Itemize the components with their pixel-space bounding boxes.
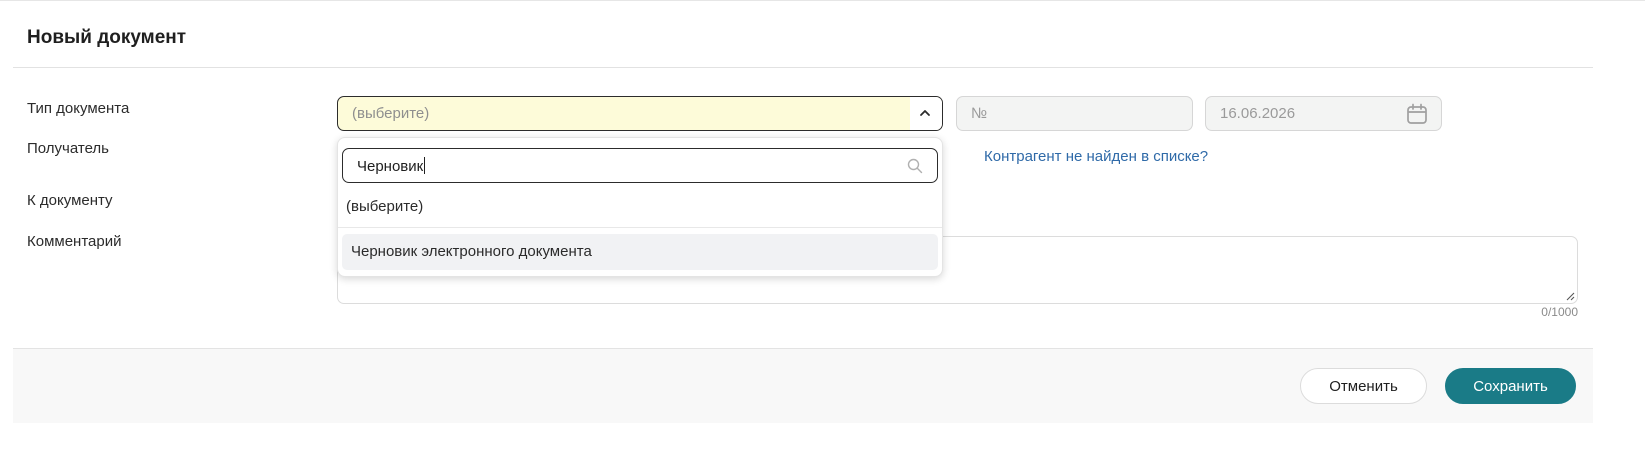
cancel-button[interactable]: Отменить (1300, 368, 1427, 404)
search-icon (907, 158, 923, 174)
dropdown-option-label: (выберите) (346, 198, 424, 215)
to-document-label: К документу (27, 192, 113, 209)
dropdown-search-input[interactable]: Черновик (342, 148, 938, 183)
dropdown-separator (338, 227, 942, 228)
calendar-icon[interactable] (1405, 102, 1429, 126)
number-placeholder: № (971, 105, 988, 122)
date-value: 16.06.2026 (1220, 105, 1296, 122)
resize-handle-icon[interactable] (1565, 291, 1575, 301)
comment-char-counter: 0/1000 (1541, 305, 1578, 319)
text-cursor (424, 157, 426, 174)
save-button[interactable]: Сохранить (1445, 368, 1576, 404)
doc-type-select[interactable]: (выберите) (337, 96, 943, 131)
doc-type-placeholder: (выберите) (352, 105, 430, 122)
header-divider (13, 67, 1593, 68)
top-border (0, 0, 1645, 1)
chevron-up-icon[interactable] (918, 106, 932, 120)
dropdown-option-label: Черновик электронного документа (351, 243, 592, 260)
document-number-field[interactable]: № (956, 96, 1193, 131)
doc-type-dropdown: Черновик (выберите) Черновик электронног… (337, 137, 943, 277)
dropdown-search-value: Черновик (357, 158, 424, 175)
counterparty-not-found-link[interactable]: Контрагент не найден в списке? (984, 148, 1208, 165)
dropdown-option[interactable]: (выберите) (342, 189, 938, 225)
page-title: Новый документ (27, 27, 187, 48)
comment-label: Комментарий (27, 233, 122, 250)
date-field[interactable]: 16.06.2026 (1205, 96, 1442, 131)
recipient-label: Получатель (27, 140, 109, 157)
dropdown-option-highlighted[interactable]: Черновик электронного документа (342, 234, 938, 270)
doc-type-label: Тип документа (27, 100, 130, 117)
